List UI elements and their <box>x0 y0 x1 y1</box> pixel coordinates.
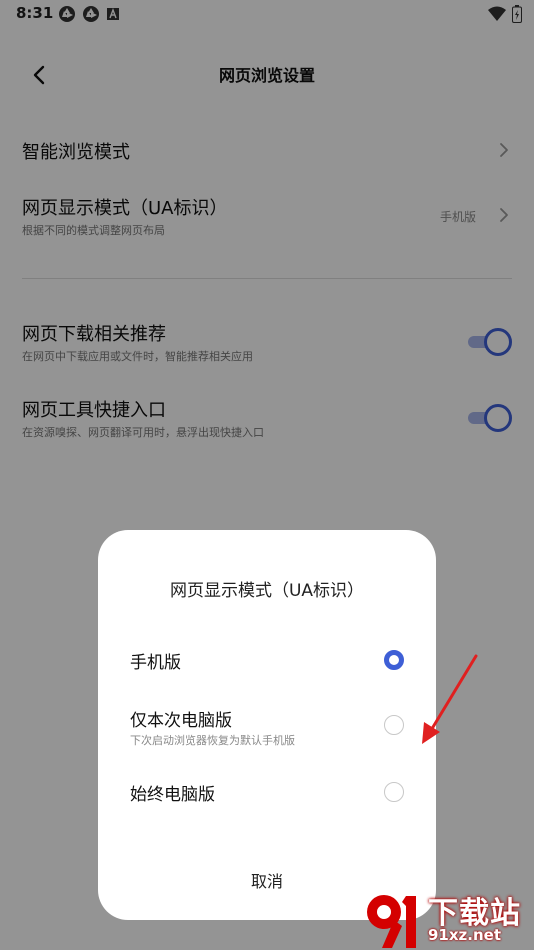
dialog-title: 网页显示模式（UA标识） <box>169 581 365 601</box>
option-label: 手机版 <box>130 653 181 673</box>
radio-unchecked-icon[interactable] <box>384 715 404 735</box>
annotation-arrow-icon <box>422 654 478 744</box>
option-desktop-always[interactable]: 始终电脑版 <box>98 776 436 816</box>
option-label: 始终电脑版 <box>130 785 215 805</box>
option-mobile[interactable]: 手机版 <box>98 642 436 682</box>
option-desktop-once[interactable]: 仅本次电脑版 下次启动浏览器恢复为默认手机版 <box>98 702 436 752</box>
option-subtitle: 下次启动浏览器恢复为默认手机版 <box>130 734 295 747</box>
watermark: 下载站 91xz.net <box>362 886 534 950</box>
option-label: 仅本次电脑版 <box>130 711 232 731</box>
ua-mode-dialog: 网页显示模式（UA标识） 手机版 仅本次电脑版 下次启动浏览器恢复为默认手机版 … <box>98 530 436 920</box>
radio-checked-icon[interactable] <box>384 650 404 670</box>
watermark-url: 91xz.net <box>428 926 502 944</box>
watermark-logo-icon <box>367 895 416 948</box>
radio-unchecked-icon[interactable] <box>384 782 404 802</box>
